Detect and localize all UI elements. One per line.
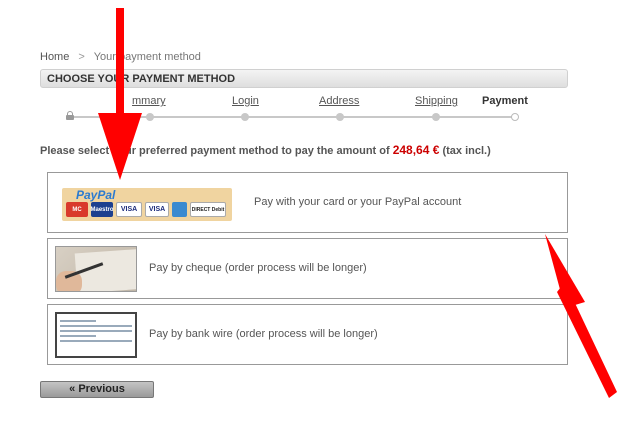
pay-bankwire-option[interactable]: Pay by bank wire (order process will be …: [47, 304, 568, 365]
lock-icon: [66, 111, 74, 120]
visa-electron-icon: VISA: [145, 202, 169, 217]
step-shipping-label[interactable]: Shipping: [415, 95, 458, 107]
bank-wire-image[interactable]: [55, 312, 137, 358]
red-arrow-up-left-icon: [545, 234, 617, 398]
cheque-image[interactable]: [55, 246, 137, 292]
step-address-label[interactable]: Address: [319, 95, 359, 107]
step-shipping-dot: [432, 113, 440, 121]
step-payment: Payment: [482, 95, 528, 107]
step-login-label[interactable]: Login: [232, 95, 259, 107]
pay-paypal-label[interactable]: Pay with your card or your PayPal accoun…: [254, 196, 461, 208]
maestro-icon: Maestro: [91, 202, 114, 217]
step-payment-dot: [511, 113, 519, 121]
step-shipping[interactable]: Shipping: [415, 95, 458, 107]
step-address[interactable]: Address: [319, 95, 359, 107]
pay-bankwire-label[interactable]: Pay by bank wire (order process will be …: [149, 328, 378, 340]
paypal-wordmark: PayPal: [76, 188, 116, 202]
step-payment-label: Payment: [482, 95, 528, 107]
card-logos: MC Maestro VISA VISA DIRECT Debit: [66, 202, 226, 217]
mastercard-icon: MC: [66, 202, 88, 217]
paypal-logo[interactable]: PayPal MC Maestro VISA VISA DIRECT Debit: [62, 188, 232, 221]
previous-button[interactable]: « Previous: [40, 381, 154, 398]
instruction-suffix: (tax incl.): [439, 145, 491, 157]
step-address-dot: [336, 113, 344, 121]
step-login-dot: [241, 113, 249, 121]
pay-cheque-option[interactable]: Pay by cheque (order process will be lon…: [47, 238, 568, 299]
breadcrumb-home-link[interactable]: Home: [40, 51, 69, 63]
pay-cheque-label[interactable]: Pay by cheque (order process will be lon…: [149, 262, 367, 274]
red-arrow-down-icon: [98, 8, 142, 180]
step-login[interactable]: Login: [232, 95, 259, 107]
breadcrumb-separator: >: [78, 51, 85, 63]
order-amount: 248,64 €: [392, 143, 440, 157]
amex-icon: [172, 202, 187, 217]
visa-icon: VISA: [116, 202, 142, 217]
direct-debit-icon: DIRECT Debit: [190, 202, 226, 217]
